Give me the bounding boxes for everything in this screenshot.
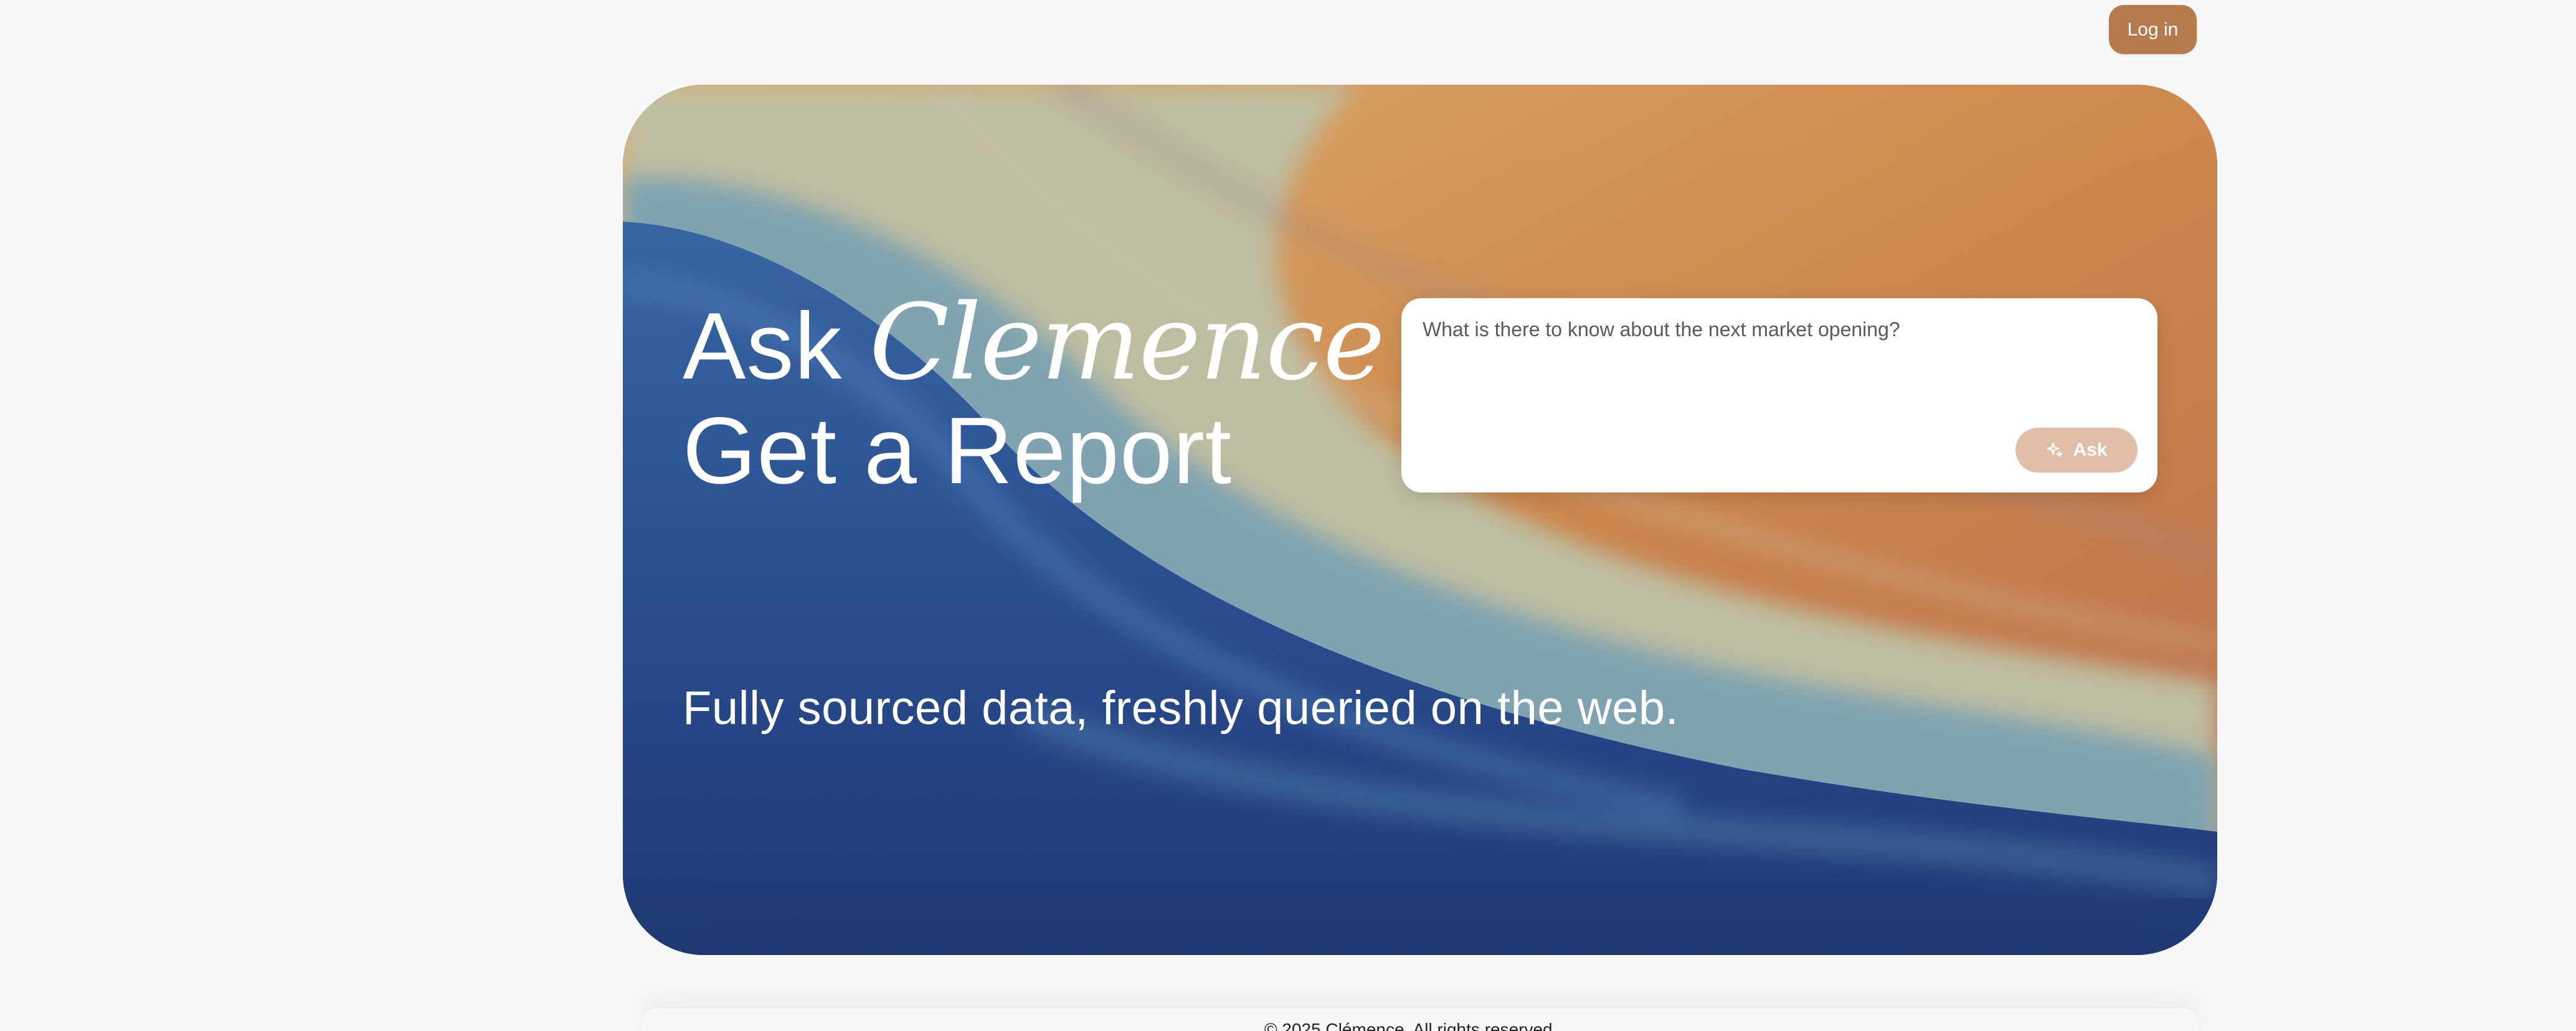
hero-headline: Ask Clemence Get a Report [683,290,1385,504]
ask-button[interactable]: Ask [2015,428,2138,473]
headline-ask: Ask [683,293,843,399]
query-input[interactable] [1421,317,2140,419]
headline-get-report: Get a Report [683,398,1233,504]
login-button[interactable]: Log in [2109,5,2197,54]
hero-background-image [623,85,2217,955]
hero-tagline: Fully sourced data, freshly queried on t… [683,682,1679,735]
ask-button-label: Ask [2073,440,2108,460]
hero-card: Ask Clemence Get a Report Fully sourced … [623,85,2217,955]
sparkle-icon [2045,441,2064,459]
copyright-text: © 2025 Clémence. All rights reserved. [1264,1020,1558,1031]
headline-brand-name: Clemence [869,281,1385,403]
query-card: Ask [1401,298,2157,492]
landing-page: Log in Ask Clemence Get a Report Fully s… [0,0,2576,1031]
